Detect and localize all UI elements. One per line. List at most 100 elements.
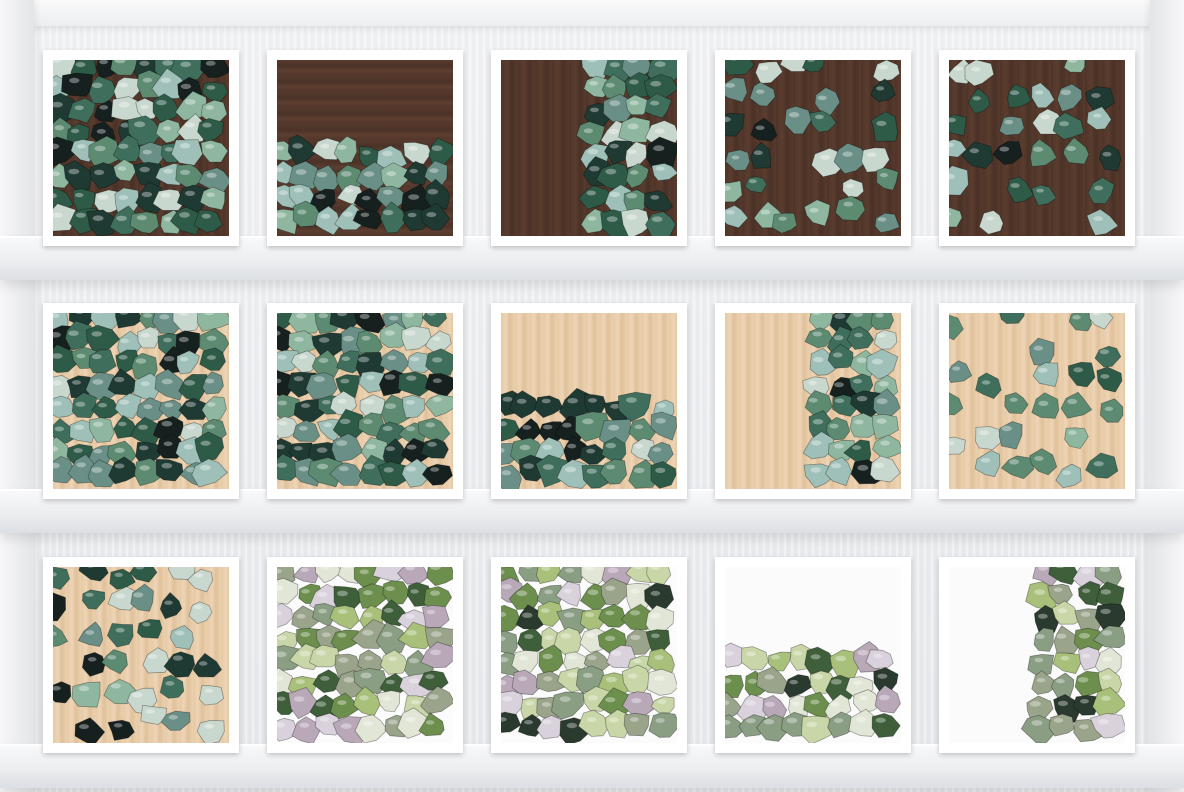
stone-highlight	[141, 333, 150, 338]
stone-highlight	[655, 418, 666, 424]
stone-highlight	[91, 467, 103, 473]
stone-highlight	[1031, 720, 1043, 726]
stone	[1086, 208, 1119, 236]
stones-illustration	[501, 567, 677, 743]
photo-frame-row2-4[interactable]	[715, 303, 911, 499]
stone-highlight	[1059, 121, 1069, 127]
stone-highlight	[206, 424, 215, 429]
stone	[643, 190, 674, 212]
stone-highlight	[199, 464, 211, 471]
photo-frame-row1-4[interactable]	[715, 50, 911, 246]
stone-highlight	[205, 378, 215, 384]
photo-frame-row1-2[interactable]	[267, 50, 463, 246]
stone-highlight	[383, 189, 393, 195]
photo-frame-row1-5[interactable]	[939, 50, 1135, 246]
stone-highlight	[1102, 675, 1112, 680]
stone	[106, 622, 134, 648]
stone-highlight	[299, 722, 310, 728]
stone-highlight	[206, 355, 216, 360]
stone-photo	[949, 60, 1125, 236]
stone-highlight	[337, 145, 347, 150]
photo-frame-row3-4[interactable]	[715, 557, 911, 753]
stone-highlight	[877, 217, 887, 222]
stones-illustration	[53, 567, 225, 743]
stone-highlight	[92, 215, 104, 221]
stone-highlight	[139, 445, 149, 451]
stone-highlight	[1034, 456, 1044, 461]
stone	[188, 601, 213, 625]
stone-highlight	[405, 400, 416, 405]
stone-highlight	[1038, 367, 1048, 373]
stone-highlight	[132, 692, 143, 698]
stone	[1050, 672, 1075, 699]
stone	[159, 674, 185, 699]
stone	[155, 458, 184, 482]
stone	[961, 141, 994, 169]
stone-highlight	[1004, 119, 1014, 125]
stone-highlight	[277, 354, 287, 360]
stone-highlight	[164, 600, 173, 605]
stone-highlight	[136, 215, 147, 221]
stone-highlight	[432, 397, 442, 402]
stone-highlight	[651, 216, 663, 222]
stone-highlight	[543, 424, 553, 430]
stone-highlight	[337, 398, 347, 404]
stone	[784, 105, 813, 135]
stone	[403, 141, 432, 165]
stone-highlight	[91, 354, 102, 360]
stone	[834, 195, 866, 221]
photo-frame-row3-2[interactable]	[267, 557, 463, 753]
stone-highlight	[749, 179, 757, 184]
stone-highlight	[156, 99, 167, 106]
stone-highlight	[431, 145, 443, 151]
stone-highlight	[430, 590, 440, 596]
stone-highlight	[629, 100, 639, 106]
stone-highlight	[117, 166, 127, 171]
stone-highlight	[731, 155, 740, 160]
stone-highlight	[148, 654, 158, 659]
stone-highlight	[313, 376, 325, 382]
stone-highlight	[607, 567, 619, 574]
stone-highlight	[753, 150, 763, 155]
stone-highlight	[1040, 114, 1050, 120]
photo-frame-row3-1[interactable]	[43, 557, 239, 753]
stone-highlight	[72, 380, 81, 385]
photo-frame-row2-3[interactable]	[491, 303, 687, 499]
stone-highlight	[160, 77, 171, 83]
stone-highlight	[655, 467, 666, 473]
stone-highlight	[634, 443, 644, 449]
stone	[949, 436, 966, 455]
stone-highlight	[650, 80, 662, 87]
stone	[551, 691, 585, 720]
photo-frame-row2-2[interactable]	[267, 303, 463, 499]
stone	[725, 180, 743, 203]
stone-highlight	[985, 216, 995, 221]
stone-highlight	[163, 441, 173, 447]
stone-highlight	[425, 720, 435, 725]
stone-highlight	[183, 444, 194, 450]
stone-highlight	[540, 608, 550, 613]
stone	[137, 326, 160, 349]
photo-frame-row2-5[interactable]	[939, 303, 1135, 499]
stone-highlight	[388, 719, 398, 725]
stone-highlight	[791, 701, 800, 706]
photo-frame-row1-1[interactable]	[43, 50, 239, 246]
stone-highlight	[340, 723, 352, 729]
stone-highlight	[1081, 588, 1091, 593]
photo-frame-row3-3[interactable]	[491, 557, 687, 753]
stone-highlight	[833, 718, 844, 723]
stone	[53, 681, 72, 704]
stone-highlight	[193, 604, 203, 610]
photo-frame-row1-3[interactable]	[491, 50, 687, 246]
photo-frame-row3-5[interactable]	[939, 557, 1135, 753]
stone-highlight	[1060, 89, 1072, 95]
stone-highlight	[524, 634, 534, 639]
stone-highlight	[563, 612, 575, 618]
stone-highlight	[426, 609, 436, 615]
stone-highlight	[655, 166, 665, 171]
photo-frame-row2-1[interactable]	[43, 303, 239, 499]
stone-highlight	[432, 357, 443, 363]
stone-highlight	[544, 635, 554, 640]
stone-highlight	[107, 655, 117, 660]
stone-highlight	[54, 125, 65, 131]
